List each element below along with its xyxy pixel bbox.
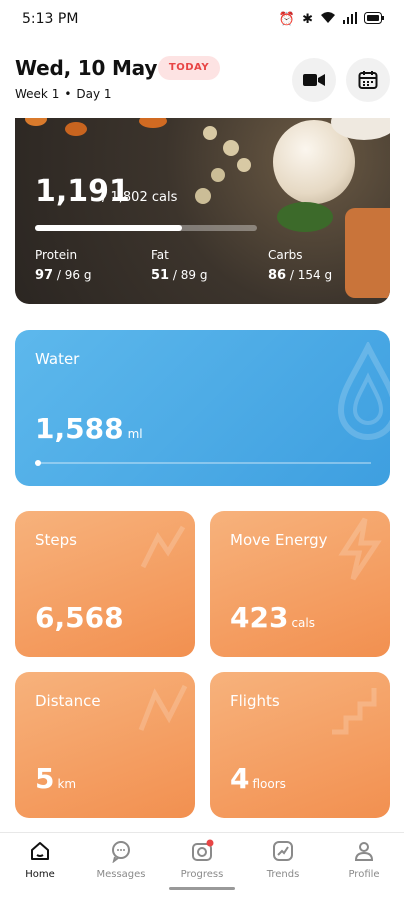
macro-value: 97 / 96 g (35, 268, 92, 283)
macro-label: Protein (35, 248, 78, 262)
alarm-icon: ⏰ (278, 12, 296, 27)
food-decoration (195, 188, 211, 204)
signal-icon (343, 11, 357, 29)
nav-item-home[interactable]: Home (0, 839, 80, 880)
food-decoration (223, 140, 239, 156)
water-drop-icon (337, 342, 390, 440)
distance-icon (138, 684, 188, 731)
food-decoration (211, 168, 225, 182)
macro-label: Fat (151, 248, 169, 262)
video-camera-icon (303, 74, 325, 86)
macro-label: Carbs (268, 248, 303, 262)
flights-unit: floors (252, 777, 286, 791)
nav-item-progress[interactable]: Progress (162, 839, 242, 880)
distance-value: 5 km (35, 762, 77, 795)
move-energy-value: 423 cals (230, 601, 315, 634)
nav-label: Profile (348, 869, 380, 880)
water-unit: ml (127, 427, 143, 441)
move-energy-card[interactable]: Move Energy 423 cals (210, 511, 390, 657)
food-decoration (237, 158, 251, 172)
week-day-line: Week 1 • Day 1 (15, 87, 112, 101)
flights-card[interactable]: Flights 4 floors (210, 672, 390, 818)
header: Wed, 10 May TODAY Week 1 • Day 1 (0, 44, 404, 110)
calendar-button[interactable] (346, 58, 390, 102)
food-decoration (277, 202, 333, 232)
video-button[interactable] (292, 58, 336, 102)
energy-bolt-icon (338, 517, 382, 581)
food-decoration (203, 126, 217, 140)
status-time: 5:13 PM (22, 11, 79, 27)
flights-title: Flights (230, 692, 280, 710)
nav-item-trends[interactable]: Trends (243, 839, 323, 880)
move-energy-unit: cals (291, 616, 315, 630)
food-decoration (345, 208, 390, 298)
separator-dot: • (64, 87, 72, 101)
nav-item-profile[interactable]: Profile (324, 839, 404, 880)
water-progress-bar (35, 460, 371, 466)
stairs-icon (332, 688, 377, 735)
wifi-icon (320, 11, 336, 29)
status-icons: ⏰ ✱ (279, 11, 384, 29)
day-label: Day 1 (76, 87, 112, 101)
steps-icon (140, 525, 186, 569)
food-decoration (139, 118, 167, 128)
progress-camera-icon (192, 839, 214, 861)
water-title: Water (35, 350, 80, 368)
gesture-home-indicator[interactable] (169, 887, 235, 890)
flights-value: 4 floors (230, 762, 286, 795)
steps-title: Steps (35, 531, 77, 549)
profile-icon (354, 842, 374, 861)
distance-card[interactable]: Distance 5 km (15, 672, 195, 818)
nav-label: Home (25, 869, 55, 880)
today-badge[interactable]: TODAY (158, 56, 220, 80)
trends-icon (273, 841, 293, 861)
food-decoration (65, 122, 87, 136)
messages-icon (112, 841, 130, 863)
nav-item-messages[interactable]: Messages (81, 839, 161, 880)
distance-title: Distance (35, 692, 101, 710)
macro-value: 51 / 89 g (151, 268, 208, 283)
calorie-progress-fill (35, 225, 182, 231)
steps-card[interactable]: Steps 6,568 (15, 511, 195, 657)
food-card[interactable]: 1,191 / 1,802 cals Protein 97 / 96 g Fat… (15, 118, 390, 304)
macro-value: 86 / 154 g (268, 268, 333, 283)
move-energy-title: Move Energy (230, 531, 328, 549)
water-card[interactable]: Water 1,588 ml (15, 330, 390, 486)
macro-carbs: Carbs 86 / 154 g (268, 248, 332, 283)
date-title: Wed, 10 May (15, 56, 158, 80)
calories-goal: / 1,802 cals (102, 190, 178, 205)
status-bar: 5:13 PM ⏰ ✱ (0, 0, 404, 38)
calorie-progress-bar (35, 225, 257, 231)
battery-icon (364, 11, 384, 29)
steps-value: 6,568 (35, 601, 124, 634)
food-decoration (25, 118, 47, 126)
macro-protein: Protein 97 / 96 g (35, 248, 91, 283)
week-label: Week 1 (15, 87, 60, 101)
calendar-icon (358, 71, 378, 89)
water-progress-dot (35, 460, 41, 466)
nav-label: Messages (96, 869, 146, 880)
distance-unit: km (57, 777, 77, 791)
home-icon (31, 842, 49, 860)
macro-fat: Fat 51 / 89 g (151, 248, 207, 283)
bluetooth-icon: ✱ (302, 12, 313, 27)
nav-label: Trends (266, 869, 300, 880)
nav-label: Progress (180, 869, 224, 880)
water-value: 1,588 ml (35, 412, 143, 445)
